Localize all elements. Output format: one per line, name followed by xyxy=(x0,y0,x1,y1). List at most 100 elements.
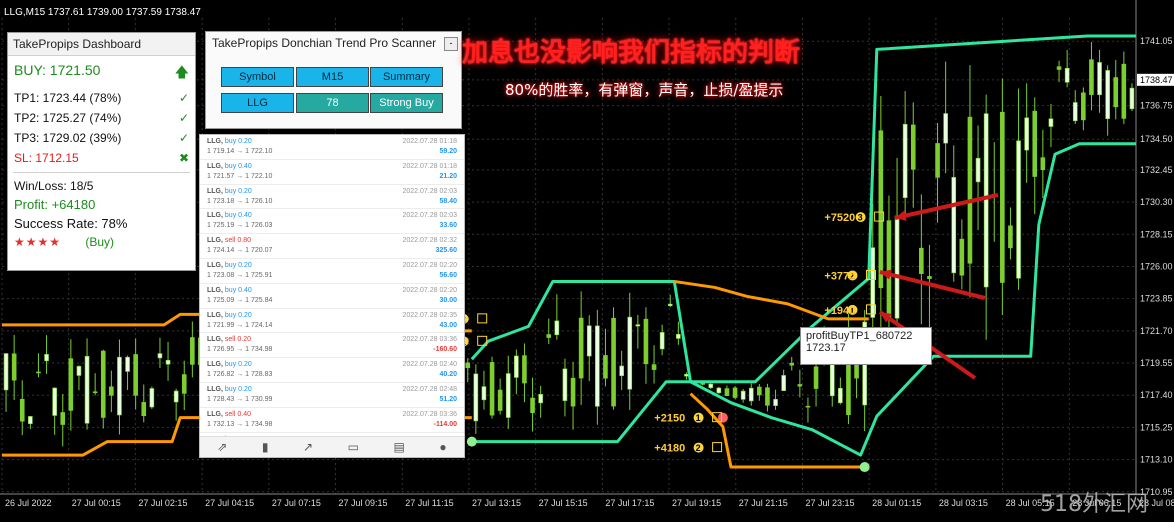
candle-body xyxy=(935,143,940,178)
trade-symbol: LLG, buy 0.20 xyxy=(207,361,252,369)
minimize-button[interactable]: - xyxy=(444,37,458,51)
candle-body xyxy=(894,215,900,319)
candle-body xyxy=(1105,70,1110,120)
quotes-icon[interactable]: ⇗ xyxy=(217,440,227,454)
trade-marker-number: 3 xyxy=(858,213,863,223)
candle-body xyxy=(797,384,803,387)
trade-date: 2022.07.28 01:18 xyxy=(402,162,458,170)
trade-profit: -160.60 xyxy=(433,346,457,354)
candle-body xyxy=(505,373,511,418)
trade-type: buy 0.20 xyxy=(224,261,252,269)
trade-row[interactable]: LLG, sell 0.20 1 726.95 → 1 734.98 2022.07… xyxy=(200,333,464,359)
trade-profit: -114.00 xyxy=(433,420,457,428)
sl-row: SL: 1712.15 ✖ xyxy=(8,148,195,168)
candle-body xyxy=(1016,140,1021,279)
trade-row[interactable]: LLG, sell 0.40 1 732.13 → 1 734.98 2022.07… xyxy=(200,408,464,433)
tp2-row: TP2: 1725.27 (74%) ✓ xyxy=(8,108,195,128)
trade-row[interactable]: LLG, sell 0.80 1 724.14 → 1 720.07 2022.07… xyxy=(200,234,464,259)
check-icon: ✓ xyxy=(178,111,189,125)
candle-body xyxy=(44,354,49,362)
candle-body xyxy=(959,238,965,276)
trade-row[interactable]: LLG, buy 0.40 1 725.09 → 1 725.84 2022.07.… xyxy=(200,284,464,309)
candle-body xyxy=(781,375,786,391)
symbol-bar: LLG,M15 1737.61 1739.00 1737.59 1738.47 xyxy=(4,7,201,18)
trade-prices: 1 726.82 → 1 728.83 xyxy=(207,371,273,379)
candle-body xyxy=(586,325,592,357)
trade-row[interactable]: LLG, buy 0.20 1 719.14 → 1 722.10 2022.07.… xyxy=(200,135,464,160)
trade-row[interactable]: LLG, buy 0.20 1 723.08 → 1 725.91 2022.07.… xyxy=(200,259,464,284)
summary-header-button[interactable]: Summary xyxy=(370,67,443,87)
trade-prices: 1 724.14 → 1 720.07 xyxy=(207,247,273,255)
y-tick-label: 1732.45 xyxy=(1140,165,1173,175)
candle-body xyxy=(805,405,811,408)
chart-icon[interactable]: ▮ xyxy=(262,440,269,454)
chat-icon[interactable]: ● xyxy=(439,440,446,454)
candle-body xyxy=(1000,111,1005,283)
trade-type: sell 0.80 xyxy=(224,237,251,245)
trade-date: 2022.07.28 02:40 xyxy=(402,361,458,369)
trade-row[interactable]: LLG, buy 0.40 1 721.57 → 1 722.10 2022.07.… xyxy=(200,160,464,185)
trade-row[interactable]: LLG, buy 0.20 1 723.18 → 1 726.10 2022.07.… xyxy=(200,185,464,210)
trade-profit: 40.20 xyxy=(439,371,457,379)
candle-body xyxy=(878,130,884,289)
mobile-tab-bar: ⇗ ▮ ↗ ▭ ▤ ● xyxy=(200,436,464,457)
trade-icon[interactable]: ↗ xyxy=(303,440,313,454)
trade-row[interactable]: LLG, buy 0.20 1 728.43 → 1 730.99 2022.07.… xyxy=(200,383,464,408)
y-tick-label: 1734.50 xyxy=(1140,134,1173,144)
news-icon[interactable]: ▤ xyxy=(394,440,405,454)
candle-body xyxy=(173,390,179,403)
candle-body xyxy=(465,362,471,369)
trade-profit: 30.00 xyxy=(439,296,457,304)
candle-body xyxy=(902,123,908,198)
candle-body xyxy=(562,368,568,401)
candle-body xyxy=(578,317,584,379)
trade-row[interactable]: LLG, buy 0.20 1 726.82 → 1 728.83 2022.07.… xyxy=(200,358,464,383)
dashboard-title: TakePropips Dashboard xyxy=(8,33,195,56)
candle-body xyxy=(3,353,9,391)
score-value-button[interactable]: 78 xyxy=(296,93,369,113)
candle-body xyxy=(773,399,778,406)
candle-body xyxy=(667,303,673,307)
x-tick-label: 27 Jul 15:15 xyxy=(539,498,588,508)
trade-profit: 43.00 xyxy=(439,321,457,329)
trade-marker-number: 2 xyxy=(696,443,701,453)
candle-body xyxy=(676,334,681,339)
tp1-text: TP1: 1723.44 (78%) xyxy=(14,91,122,105)
trade-prices: 1 732.13 → 1 734.98 xyxy=(207,420,273,428)
x-tick-label: 27 Jul 07:15 xyxy=(272,498,321,508)
trade-history-panel: LLG, buy 0.20 1 719.14 → 1 722.10 2022.07.… xyxy=(199,134,465,458)
trade-symbol: LLG, buy 0.20 xyxy=(207,385,252,393)
trade-row[interactable]: LLG, buy 0.20 1 721.99 → 1 724.14 2022.07.… xyxy=(200,309,464,334)
summary-value-button[interactable]: Strong Buy xyxy=(370,93,443,113)
candle-body xyxy=(603,355,608,379)
tp3-text: TP3: 1729.02 (39%) xyxy=(14,131,122,145)
candle-body xyxy=(748,387,754,402)
star-rating: ★★★★ xyxy=(14,235,62,249)
candle-body xyxy=(28,416,33,425)
trade-marker-number: 1 xyxy=(696,413,701,423)
x-tick-label: 27 Jul 17:15 xyxy=(605,498,654,508)
candle-body xyxy=(1040,157,1046,171)
x-tick-label: 27 Jul 02:15 xyxy=(138,498,187,508)
timeframe-header-button[interactable]: M15 xyxy=(296,67,369,87)
candle-body xyxy=(1008,225,1013,249)
chart-tooltip: profitBuyTP1_680722 1723.17 xyxy=(800,327,932,365)
trade-profit: 21.20 xyxy=(439,172,457,180)
trade-prices: 1 719.14 → 1 722.10 xyxy=(207,148,273,155)
x-tick-label: 27 Jul 09:15 xyxy=(339,498,388,508)
history-icon[interactable]: ▭ xyxy=(348,440,359,454)
x-tick-label: 28 Jul 03:15 xyxy=(939,498,988,508)
success-rate-text: Success Rate: 78% xyxy=(14,216,128,231)
candle-body xyxy=(838,387,843,404)
symbol-header-button[interactable]: Symbol xyxy=(221,67,294,87)
candle-body xyxy=(554,320,560,336)
candle-body xyxy=(1064,67,1070,83)
dashboard-panel: TakePropips Dashboard BUY: 1721.50 🡅 TP1… xyxy=(7,32,196,271)
trade-date: 2022.07.28 02:32 xyxy=(402,237,458,245)
profit-annotation: +4180 xyxy=(654,443,685,455)
candle-body xyxy=(700,382,705,385)
trade-row[interactable]: LLG, buy 0.40 1 725.19 → 1 726.03 2022.07.… xyxy=(200,209,464,235)
symbol-value-button[interactable]: LLG xyxy=(221,93,294,113)
trade-profit: 59.20 xyxy=(439,148,457,155)
trade-date: 2022.07.28 03:36 xyxy=(402,410,458,418)
